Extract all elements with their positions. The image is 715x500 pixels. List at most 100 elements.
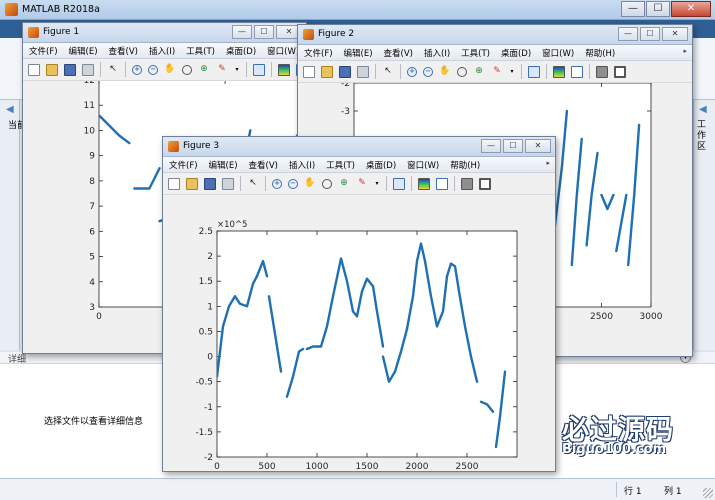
pan-hand-icon[interactable]: ✋	[304, 178, 316, 190]
figure-title-bar[interactable]: Figure 1— ☐ ✕	[23, 23, 306, 43]
figure-maximize-button[interactable]: ☐	[503, 139, 523, 153]
data-cursor-icon[interactable]: ⊕	[198, 64, 210, 76]
figure-toolbar: ↖ + − ✋ ⊕ ✎ ▾	[298, 61, 692, 83]
print-icon[interactable]	[82, 63, 94, 76]
menu-item[interactable]: 工具(T)	[461, 47, 490, 59]
menu-item[interactable]: 窗口(W)	[542, 47, 574, 59]
link-plot-icon[interactable]	[393, 177, 405, 190]
legend-icon[interactable]	[436, 177, 448, 190]
open-file-icon[interactable]	[321, 65, 333, 78]
menu-overflow-icon[interactable]: ▸	[683, 47, 687, 55]
new-figure-icon[interactable]	[28, 63, 40, 76]
figure-title-bar[interactable]: Figure 2 — ☐ ✕	[298, 25, 692, 45]
show-plot-tools-icon[interactable]	[614, 65, 626, 78]
link-plot-icon[interactable]	[253, 63, 265, 76]
rotate-3d-icon[interactable]	[322, 178, 332, 189]
menu-item[interactable]: 插入(I)	[289, 159, 315, 171]
plot-axes[interactable]: -2 -1.5 -1 -0.5 0 0.5 1 1.5 2 2.5 0 500 1000 1500 2000…	[163, 195, 557, 473]
menu-item[interactable]: 工具(T)	[326, 159, 355, 171]
menu-item[interactable]: 插入(I)	[149, 45, 175, 57]
menu-item[interactable]: 桌面(D)	[226, 45, 256, 57]
brush-dropdown-icon[interactable]: ▾	[234, 64, 240, 76]
open-file-icon[interactable]	[186, 177, 198, 190]
figure-close-button[interactable]: ✕	[662, 27, 688, 41]
zoom-out-icon[interactable]: −	[288, 178, 298, 189]
minimize-button[interactable]: —	[621, 1, 645, 17]
new-figure-icon[interactable]	[303, 65, 315, 78]
zoom-in-icon[interactable]: +	[272, 178, 282, 189]
data-cursor-icon[interactable]: ⊕	[338, 178, 350, 190]
menu-item[interactable]: 插入(I)	[424, 47, 450, 59]
y-tick-label: 9	[89, 152, 95, 162]
edit-plot-arrow-icon[interactable]: ↖	[107, 64, 119, 76]
menu-item[interactable]: 帮助(H)	[585, 47, 615, 59]
figure-title-bar[interactable]: Figure 3 — ☐ ✕	[163, 137, 555, 157]
figure-minimize-button[interactable]: —	[232, 25, 252, 39]
zoom-out-icon[interactable]: −	[423, 66, 433, 77]
brush-dropdown-icon[interactable]: ▾	[374, 178, 380, 190]
print-icon[interactable]	[357, 65, 369, 78]
right-collapse-arrow-icon[interactable]: ◀	[699, 104, 707, 115]
figure-minimize-button[interactable]: —	[618, 27, 638, 41]
colorbar-icon[interactable]	[418, 177, 430, 190]
brush-icon[interactable]: ✎	[491, 66, 503, 78]
zoom-out-icon[interactable]: −	[148, 64, 158, 75]
maximize-button[interactable]: ☐	[646, 1, 670, 17]
resize-grip-icon[interactable]	[703, 488, 713, 498]
menu-item[interactable]: 窗口(W)	[407, 159, 439, 171]
rotate-3d-icon[interactable]	[182, 64, 192, 75]
show-plot-tools-icon[interactable]	[479, 177, 491, 190]
data-cursor-icon[interactable]: ⊕	[473, 66, 485, 78]
main-title-bar[interactable]: MATLAB R2018a — ☐ ✕	[0, 0, 715, 20]
figure-minimize-button[interactable]: —	[481, 139, 501, 153]
menu-item[interactable]: 工具(T)	[186, 45, 215, 57]
colorbar-icon[interactable]	[278, 63, 290, 76]
figure-maximize-button[interactable]: ☐	[640, 27, 660, 41]
menu-item[interactable]: 文件(F)	[29, 45, 58, 57]
menu-item[interactable]: 帮助(H)	[450, 159, 480, 171]
menu-item[interactable]: 查看(V)	[109, 45, 138, 57]
zoom-in-icon[interactable]: +	[407, 66, 417, 77]
print-icon[interactable]	[222, 177, 234, 190]
brush-dropdown-icon[interactable]: ▾	[509, 66, 515, 78]
colorbar-icon[interactable]	[553, 65, 565, 78]
open-file-icon[interactable]	[46, 63, 58, 76]
left-collapse-arrow-icon[interactable]: ◀	[6, 104, 14, 115]
menu-item[interactable]: 窗口(W)	[267, 45, 299, 57]
menu-item[interactable]: 编辑(E)	[209, 159, 238, 171]
brush-icon[interactable]: ✎	[356, 178, 368, 190]
pan-hand-icon[interactable]: ✋	[439, 66, 451, 78]
menu-item[interactable]: 编辑(E)	[344, 47, 373, 59]
figure-close-button[interactable]: ✕	[525, 139, 551, 153]
hide-plot-tools-icon[interactable]	[461, 177, 473, 190]
save-icon[interactable]	[204, 177, 216, 190]
new-figure-icon[interactable]	[168, 177, 180, 190]
menu-item[interactable]: 查看(V)	[384, 47, 413, 59]
zoom-in-icon[interactable]: +	[132, 64, 142, 75]
menu-item[interactable]: 编辑(E)	[69, 45, 98, 57]
figure-canvas[interactable]: -2 -1.5 -1 -0.5 0 0.5 1 1.5 2 2.5 0 500 1000 1500 2000…	[163, 195, 557, 473]
legend-icon[interactable]	[571, 65, 583, 78]
save-icon[interactable]	[339, 65, 351, 78]
menu-item[interactable]: 桌面(D)	[366, 159, 396, 171]
toolbar-separator	[375, 64, 376, 79]
edit-plot-arrow-icon[interactable]: ↖	[247, 178, 259, 190]
menu-item[interactable]: 桌面(D)	[501, 47, 531, 59]
figure-maximize-button[interactable]: ☐	[254, 25, 274, 39]
rotate-3d-icon[interactable]	[457, 66, 467, 77]
menu-item[interactable]: 文件(F)	[169, 159, 198, 171]
menu-overflow-icon[interactable]: ▸	[546, 159, 550, 167]
link-plot-icon[interactable]	[528, 65, 540, 78]
y-tick-label: -1	[204, 403, 213, 413]
y-tick-label: 0.5	[199, 327, 213, 337]
save-icon[interactable]	[64, 63, 76, 76]
pan-hand-icon[interactable]: ✋	[164, 64, 176, 76]
menu-item[interactable]: 文件(F)	[304, 47, 333, 59]
menu-item[interactable]: 查看(V)	[249, 159, 278, 171]
brush-icon[interactable]: ✎	[216, 64, 228, 76]
close-button[interactable]: ✕	[671, 1, 711, 17]
figure-window-3[interactable]: Figure 3 — ☐ ✕ 文件(F) 编辑(E) 查看(V) 插入(I) 工具(T) 桌面(D…	[162, 136, 556, 472]
edit-plot-arrow-icon[interactable]: ↖	[382, 66, 394, 78]
toolbar-separator	[246, 62, 247, 77]
hide-plot-tools-icon[interactable]	[596, 65, 608, 78]
